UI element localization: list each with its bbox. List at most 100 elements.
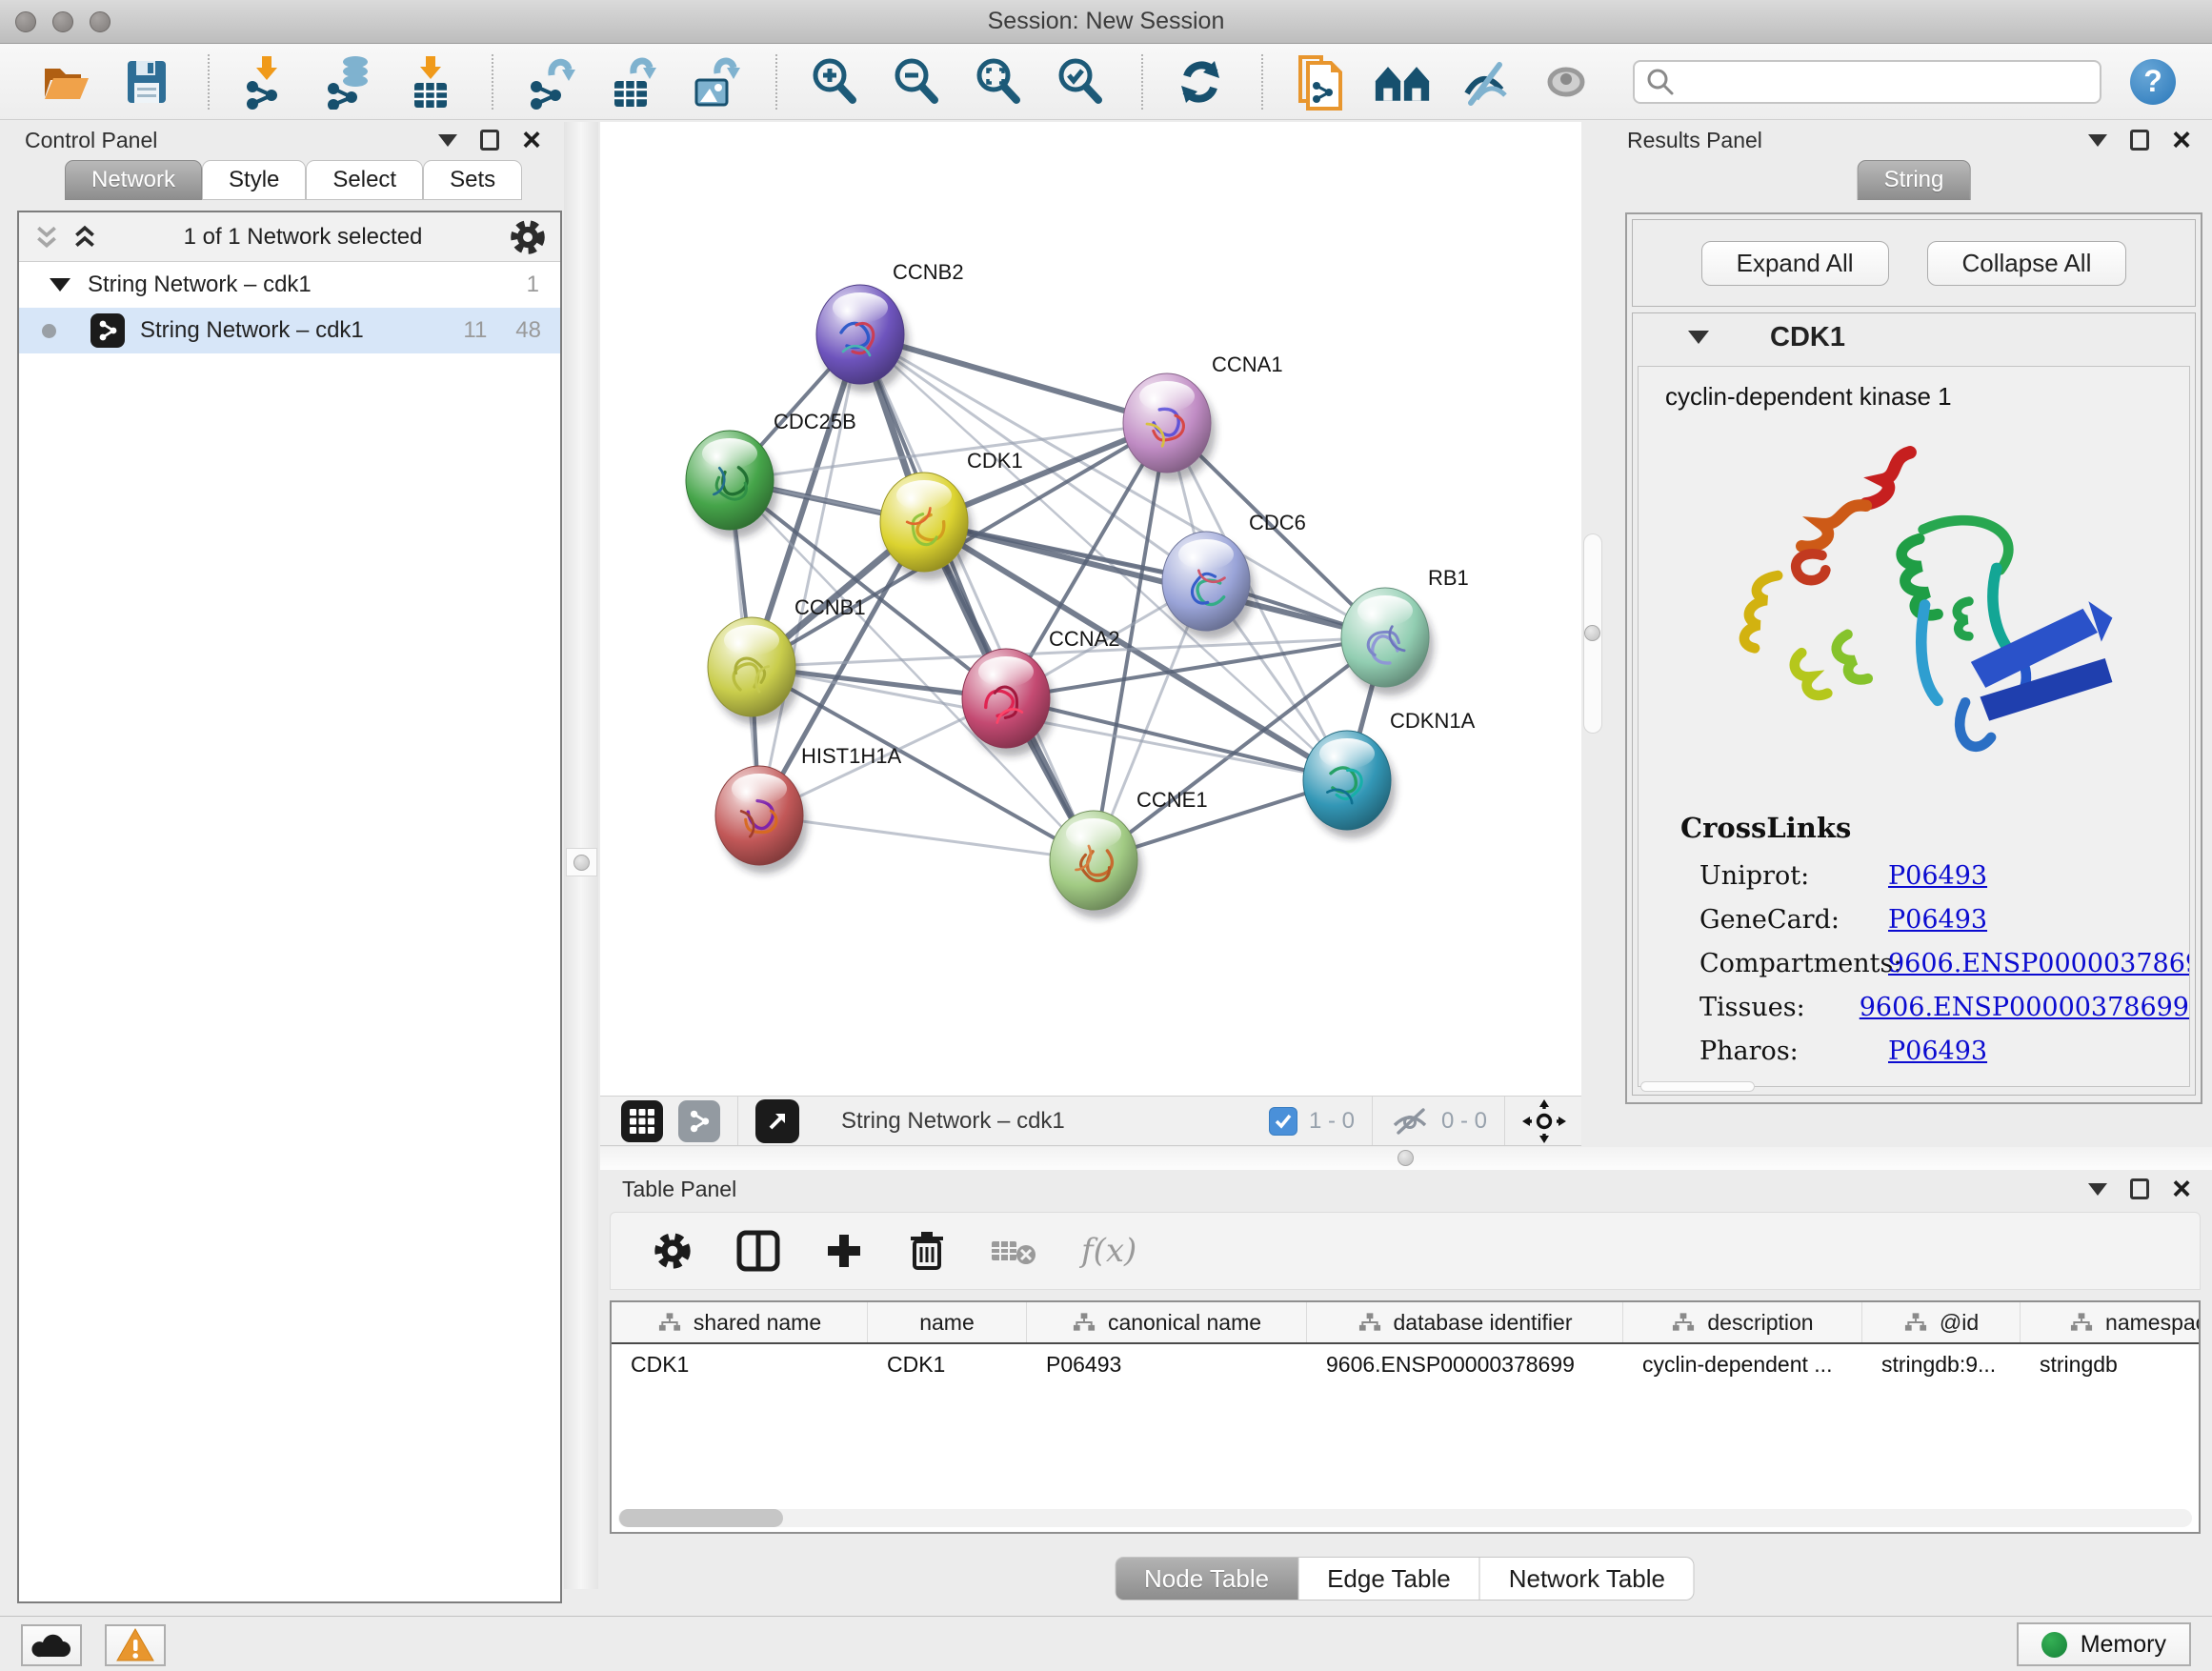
panel-float-icon[interactable]: [2130, 1178, 2149, 1199]
panel-menu-icon[interactable]: [2088, 1183, 2107, 1196]
first-neighbors-button[interactable]: [1374, 52, 1431, 111]
network-node-label: CCNB1: [794, 595, 866, 619]
network-row[interactable]: String Network – cdk1 11 48: [19, 308, 560, 353]
column-header-shared-name[interactable]: shared name: [612, 1302, 868, 1342]
memory-button[interactable]: Memory: [2017, 1622, 2191, 1666]
warning-status-button[interactable]: [105, 1624, 166, 1666]
protein-section: CDK1 cyclin-dependent kinase 1: [1632, 312, 2196, 1096]
network-edge[interactable]: [924, 522, 1385, 637]
network-canvas[interactable]: CCNB2CCNA1CDC25BCDK1CDC6RB1CCNB1CCNA2CDK…: [600, 122, 1581, 1096]
panel-menu-icon[interactable]: [2088, 134, 2107, 147]
panel-close-icon[interactable]: ×: [522, 130, 541, 151]
crosslink-link[interactable]: 9606.ENSP00000378699: [1888, 949, 2190, 978]
column-header-label: namespace: [2105, 1310, 2201, 1336]
fit-content-button[interactable]: [970, 52, 1027, 111]
show-graphics-details-button[interactable]: [1456, 52, 1513, 111]
network-edge[interactable]: [860, 334, 1094, 860]
column-type-icon: [1072, 1312, 1096, 1333]
column-type-icon: [2069, 1312, 2094, 1333]
scrollbar-thumb[interactable]: [619, 1509, 783, 1527]
network-graph[interactable]: CCNB2CCNA1CDC25BCDK1CDC6RB1CCNB1CCNA2CDK…: [600, 122, 1581, 1096]
column-header-database-identifier[interactable]: database identifier: [1307, 1302, 1623, 1342]
crosslink-link[interactable]: P06493: [1888, 861, 1987, 891]
column-header-label: shared name: [694, 1310, 821, 1336]
column-header-name[interactable]: name: [868, 1302, 1027, 1342]
open-session-button[interactable]: [36, 52, 93, 111]
help-button[interactable]: ?: [2130, 59, 2176, 105]
search-input[interactable]: [1677, 64, 2100, 100]
crosslink-link[interactable]: P06493: [1888, 905, 1987, 935]
protein-section-header[interactable]: CDK1: [1633, 313, 2195, 361]
save-session-button[interactable]: [118, 52, 175, 111]
network-node-label: RB1: [1428, 566, 1469, 590]
toolbar-search-box[interactable]: [1633, 60, 2101, 104]
collapse-all-icon[interactable]: [34, 225, 59, 250]
protein-name: CDK1: [1770, 322, 1845, 353]
memory-status-dot: [2041, 1632, 2067, 1658]
column-header--id[interactable]: @id: [1862, 1302, 2021, 1342]
export-network-button[interactable]: [522, 52, 579, 111]
export-image-button[interactable]: [686, 52, 743, 111]
crosslink-label: Uniprot:: [1699, 861, 1888, 891]
zoom-out-button[interactable]: [888, 52, 945, 111]
detach-view-icon[interactable]: [755, 1099, 799, 1143]
column-header-description[interactable]: description: [1623, 1302, 1862, 1342]
zoom-in-button[interactable]: [806, 52, 863, 111]
left-splitter-handle[interactable]: [566, 848, 597, 876]
function-builder-icon[interactable]: f(x): [1081, 1232, 1136, 1270]
tab-node-table[interactable]: Node Table: [1115, 1557, 1298, 1601]
column-header-canonical-name[interactable]: canonical name: [1027, 1302, 1307, 1342]
section-collapse-icon[interactable]: [1688, 331, 1709, 344]
bottom-splitter-handle[interactable]: [1398, 1150, 1414, 1166]
show-columns-icon[interactable]: [736, 1230, 780, 1272]
tab-style[interactable]: Style: [202, 160, 306, 200]
expand-all-icon[interactable]: [72, 225, 97, 250]
import-table-from-file-button[interactable]: [402, 52, 459, 111]
table-cell: P06493: [1027, 1352, 1307, 1378]
column-header-namespace[interactable]: namespace: [2021, 1302, 2201, 1342]
delete-table-icon[interactable]: [990, 1234, 1037, 1268]
collapse-all-button[interactable]: Collapse All: [1927, 241, 2127, 286]
tab-network-table[interactable]: Network Table: [1480, 1557, 1695, 1601]
node-table[interactable]: shared name namecanonical namedatabase id…: [610, 1300, 2201, 1534]
crosshair-icon[interactable]: [1522, 1099, 1566, 1143]
tab-edge-table[interactable]: Edge Table: [1298, 1557, 1480, 1601]
import-network-from-file-button[interactable]: [238, 52, 295, 111]
tab-string[interactable]: String: [1858, 160, 1971, 200]
grid-view-icon[interactable]: [621, 1100, 663, 1142]
hidden-eye-icon[interactable]: [1390, 1106, 1430, 1137]
panel-close-icon[interactable]: ×: [2172, 1178, 2191, 1199]
import-string-network-button[interactable]: [1292, 52, 1349, 111]
network-collection-row[interactable]: String Network – cdk1 1: [19, 262, 560, 308]
export-table-button[interactable]: [604, 52, 661, 111]
import-network-from-database-button[interactable]: [320, 52, 377, 111]
tab-network[interactable]: Network: [65, 160, 202, 200]
add-column-icon[interactable]: [824, 1231, 864, 1271]
table-horizontal-scrollbar[interactable]: [618, 1509, 2192, 1527]
tab-sets[interactable]: Sets: [423, 160, 522, 200]
panel-float-icon[interactable]: [2130, 130, 2149, 151]
panel-float-icon[interactable]: [480, 130, 499, 151]
network-edge[interactable]: [759, 815, 1094, 860]
tab-select[interactable]: Select: [306, 160, 423, 200]
table-row[interactable]: CDK1CDK1P064939606.ENSP00000378699cyclin…: [612, 1344, 2201, 1384]
crosslink-link[interactable]: P06493: [1888, 1037, 1987, 1066]
network-view-icon[interactable]: [678, 1100, 720, 1142]
crosslink-link[interactable]: 9606.ENSP00000378699: [1860, 993, 2189, 1022]
panel-menu-icon[interactable]: [438, 134, 457, 147]
zoom-selected-button[interactable]: [1052, 52, 1109, 111]
panel-close-icon[interactable]: ×: [2172, 130, 2191, 151]
right-splitter-handle[interactable]: [1584, 625, 1600, 641]
expand-all-button[interactable]: Expand All: [1701, 241, 1889, 286]
gear-icon[interactable]: [509, 218, 547, 256]
eye-button[interactable]: [1538, 52, 1595, 111]
delete-column-icon[interactable]: [908, 1230, 946, 1272]
cloud-status-button[interactable]: [21, 1624, 82, 1666]
results-horizontal-scrollbar[interactable]: [1640, 1081, 1755, 1092]
refresh-network-button[interactable]: [1172, 52, 1229, 111]
network-node-label: CDKN1A: [1390, 709, 1476, 733]
network-edge[interactable]: [1006, 698, 1347, 780]
tree-expand-icon[interactable]: [50, 278, 70, 292]
selected-checkbox-icon[interactable]: [1269, 1107, 1297, 1136]
table-settings-gear-icon[interactable]: [653, 1231, 693, 1271]
